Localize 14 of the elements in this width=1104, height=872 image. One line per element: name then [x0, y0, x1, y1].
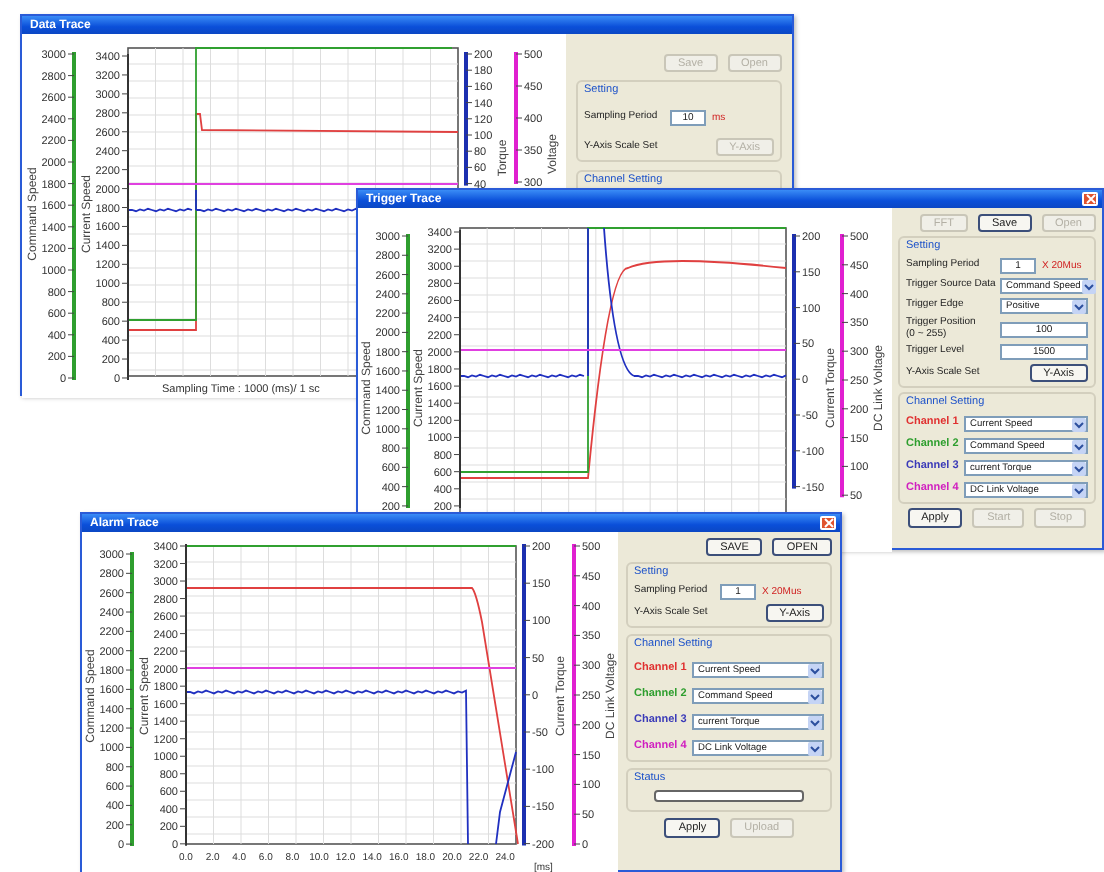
dropdown-arrow-icon [1072, 299, 1086, 313]
dropdown-arrow-icon [1082, 279, 1097, 293]
close-icon [823, 518, 833, 528]
dropdown-arrow-icon [808, 715, 822, 729]
dropdown-arrow-icon [808, 689, 822, 703]
close-button[interactable] [820, 516, 836, 530]
close-button[interactable] [1082, 192, 1098, 206]
dropdown-arrow-icon [1072, 417, 1086, 431]
dropdown-arrow-icon [1072, 439, 1086, 453]
dropdown-arrow-icon [808, 741, 822, 755]
dropdown-arrow-icon [808, 663, 822, 677]
dropdown-arrow-icon [1072, 461, 1086, 475]
dropdown-arrow-icon [1072, 483, 1086, 497]
close-icon [1085, 194, 1095, 204]
